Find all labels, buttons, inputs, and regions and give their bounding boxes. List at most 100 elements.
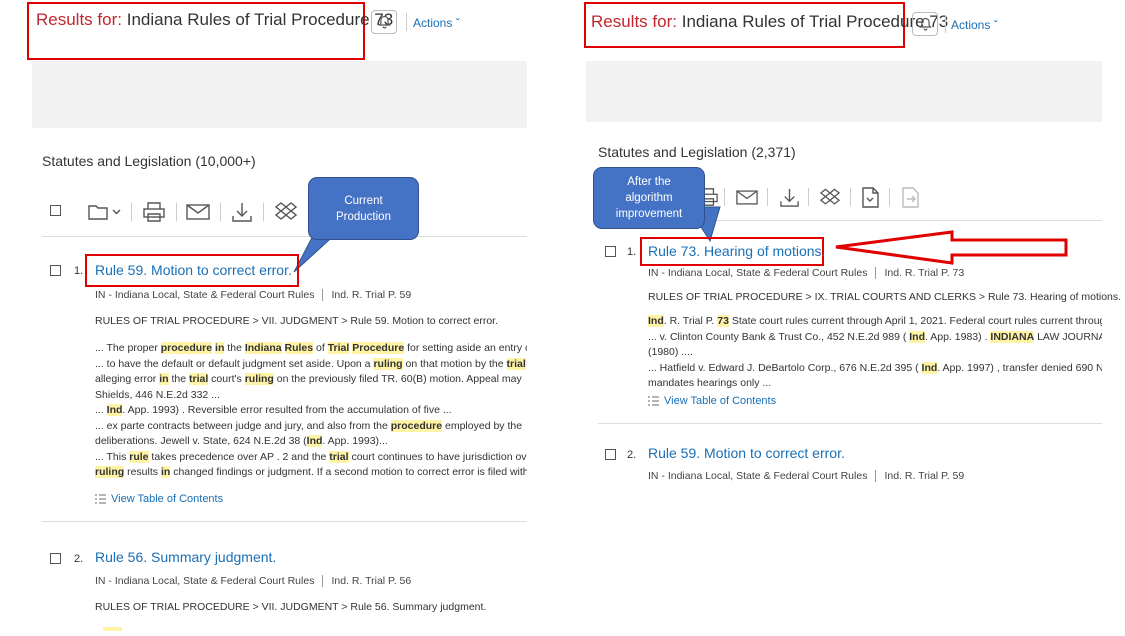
left-filter-bar (32, 61, 527, 128)
snippet-highlight-fragment (103, 627, 122, 631)
left-page-title: Results for: Indiana Rules of Trial Proc… (36, 10, 393, 30)
search-query: Indiana Rules of Trial Procedure 73 (681, 12, 949, 31)
search-term-highlight: ruling (244, 373, 274, 385)
left-select-all-checkbox[interactable] (50, 205, 61, 216)
search-term-highlight: Ind (648, 315, 664, 327)
result-checkbox[interactable] (50, 553, 61, 564)
folder-icon (88, 205, 121, 220)
right-toolbar-divider (724, 188, 725, 206)
right-callout: After the algorithm improvement (593, 167, 705, 229)
snippet-line: ... v. Clinton County Bank & Trust Co., … (648, 330, 1102, 343)
search-term-highlight: ruling (373, 357, 403, 370)
result-meta: IN - Indiana Local, State & Federal Cour… (648, 267, 964, 279)
search-term-highlight: trial (329, 450, 349, 463)
left-email-button[interactable] (185, 202, 211, 222)
search-term-highlight: trial (506, 357, 526, 370)
left-toolbar-divider (263, 203, 264, 221)
callout-line: algorithm (625, 192, 673, 204)
search-term-highlight: Ind (306, 435, 323, 447)
right-alert-button[interactable] (912, 12, 938, 36)
result-meta: IN - Indiana Local, State & Federal Cour… (95, 289, 411, 301)
result-title-link[interactable]: Rule 73. Hearing of motions. (648, 243, 825, 259)
result-citation: Ind. R. Trial P. 59 (884, 470, 965, 482)
chevron-down-icon: ˇ (993, 18, 998, 32)
snippet-line: ... This rule takes precedence over AP .… (95, 450, 527, 463)
result-checkbox[interactable] (605, 246, 616, 257)
dropbox-icon (820, 188, 840, 205)
search-term-highlight: Ind (909, 330, 926, 343)
right-export-button[interactable] (899, 185, 921, 209)
result-meta: IN - Indiana Local, State & Federal Cour… (648, 470, 964, 482)
result-citation: Ind. R. Trial P. 59 (331, 289, 412, 301)
right-toolbar-divider (889, 188, 890, 206)
search-term-highlight: Indiana (244, 342, 282, 354)
red-arrow-annotation (835, 230, 1068, 265)
right-download-button[interactable] (777, 185, 801, 209)
result-number: 1. (74, 265, 84, 277)
left-toolbar-divider (131, 203, 132, 221)
result-breadcrumb: RULES OF TRIAL PROCEDURE > VII. JUDGMENT… (95, 315, 499, 327)
result-source: IN - Indiana Local, State & Federal Cour… (95, 289, 315, 301)
dropbox-icon (275, 202, 297, 220)
right-toolbar-divider (808, 188, 809, 206)
snippet-line: ... The proper procedure in the Indiana … (95, 342, 527, 354)
search-term-highlight: Ind (106, 404, 123, 416)
result-checkbox[interactable] (50, 265, 61, 276)
right-filter-bar (586, 61, 1102, 122)
snippet-line: Shields, 446 N.E.2d 332 ... (95, 388, 220, 401)
search-term-highlight: in (160, 466, 171, 478)
result-snippets: Ind. R. Trial P. 73 State court rules cu… (648, 314, 1102, 392)
result-number: 1. (627, 246, 637, 258)
snippet-line: ruling results in changed findings or ju… (95, 466, 527, 478)
view-toc-link[interactable]: View Table of Contents (95, 493, 223, 505)
print-icon (143, 202, 165, 222)
right-document-button[interactable] (859, 185, 881, 209)
search-term-highlight: rule (129, 450, 149, 463)
actions-label: Actions (413, 16, 453, 30)
result-citation: Ind. R. Trial P. 73 (884, 267, 965, 279)
meta-divider (322, 575, 324, 587)
search-term-highlight: Ind (921, 361, 938, 374)
email-icon (186, 204, 210, 220)
callout-line: After the (627, 176, 671, 188)
toc-label: View Table of Contents (664, 395, 777, 407)
result-title-link[interactable]: Rule 59. Motion to correct error. (95, 262, 292, 278)
callout-line: improvement (615, 208, 683, 220)
left-toolbar-divider (220, 203, 221, 221)
left-toolbar-rule (42, 236, 527, 237)
result-title-link[interactable]: Rule 59. Motion to correct error. (648, 445, 845, 461)
email-icon (736, 189, 758, 205)
meta-divider (875, 267, 877, 279)
toc-label: View Table of Contents (111, 493, 224, 505)
snippet-line: ... to have the default or default judgm… (95, 357, 526, 370)
result-title-link[interactable]: Rule 56. Summary judgment. (95, 549, 276, 565)
actions-label: Actions (951, 18, 991, 32)
list-icon (648, 396, 659, 406)
left-print-button[interactable] (141, 201, 167, 223)
right-page-title: Results for: Indiana Rules of Trial Proc… (591, 12, 948, 32)
meta-divider (875, 470, 877, 482)
right-dropbox-button[interactable] (817, 186, 843, 208)
left-toolbar-divider (176, 203, 177, 221)
left-actions-menu[interactable]: Actions ˇ (413, 16, 460, 30)
right-actions-menu[interactable]: Actions ˇ (951, 18, 998, 32)
result-source: IN - Indiana Local, State & Federal Cour… (648, 267, 868, 279)
result-checkbox[interactable] (605, 449, 616, 460)
left-dropbox-button[interactable] (273, 201, 299, 223)
bell-icon (918, 17, 932, 31)
result-breadcrumb: RULES OF TRIAL PROCEDURE > VII. JUDGMENT… (95, 601, 487, 613)
left-callout: Current Production (308, 177, 419, 240)
result-number: 2. (74, 553, 84, 565)
result-source: IN - Indiana Local, State & Federal Cour… (95, 575, 315, 587)
download-icon (779, 188, 799, 207)
right-toolbar-divider (767, 188, 768, 206)
left-folder-button[interactable] (86, 202, 124, 222)
view-toc-link[interactable]: View Table of Contents (648, 395, 776, 407)
right-email-button[interactable] (734, 187, 760, 207)
snippet-line: alleging error in the trial court's ruli… (95, 373, 522, 385)
search-term-highlight: Procedure (352, 342, 405, 354)
left-download-button[interactable] (230, 200, 254, 224)
left-alert-button[interactable] (371, 10, 397, 34)
search-term-highlight: trial (188, 373, 209, 385)
result-number: 2. (627, 449, 637, 461)
